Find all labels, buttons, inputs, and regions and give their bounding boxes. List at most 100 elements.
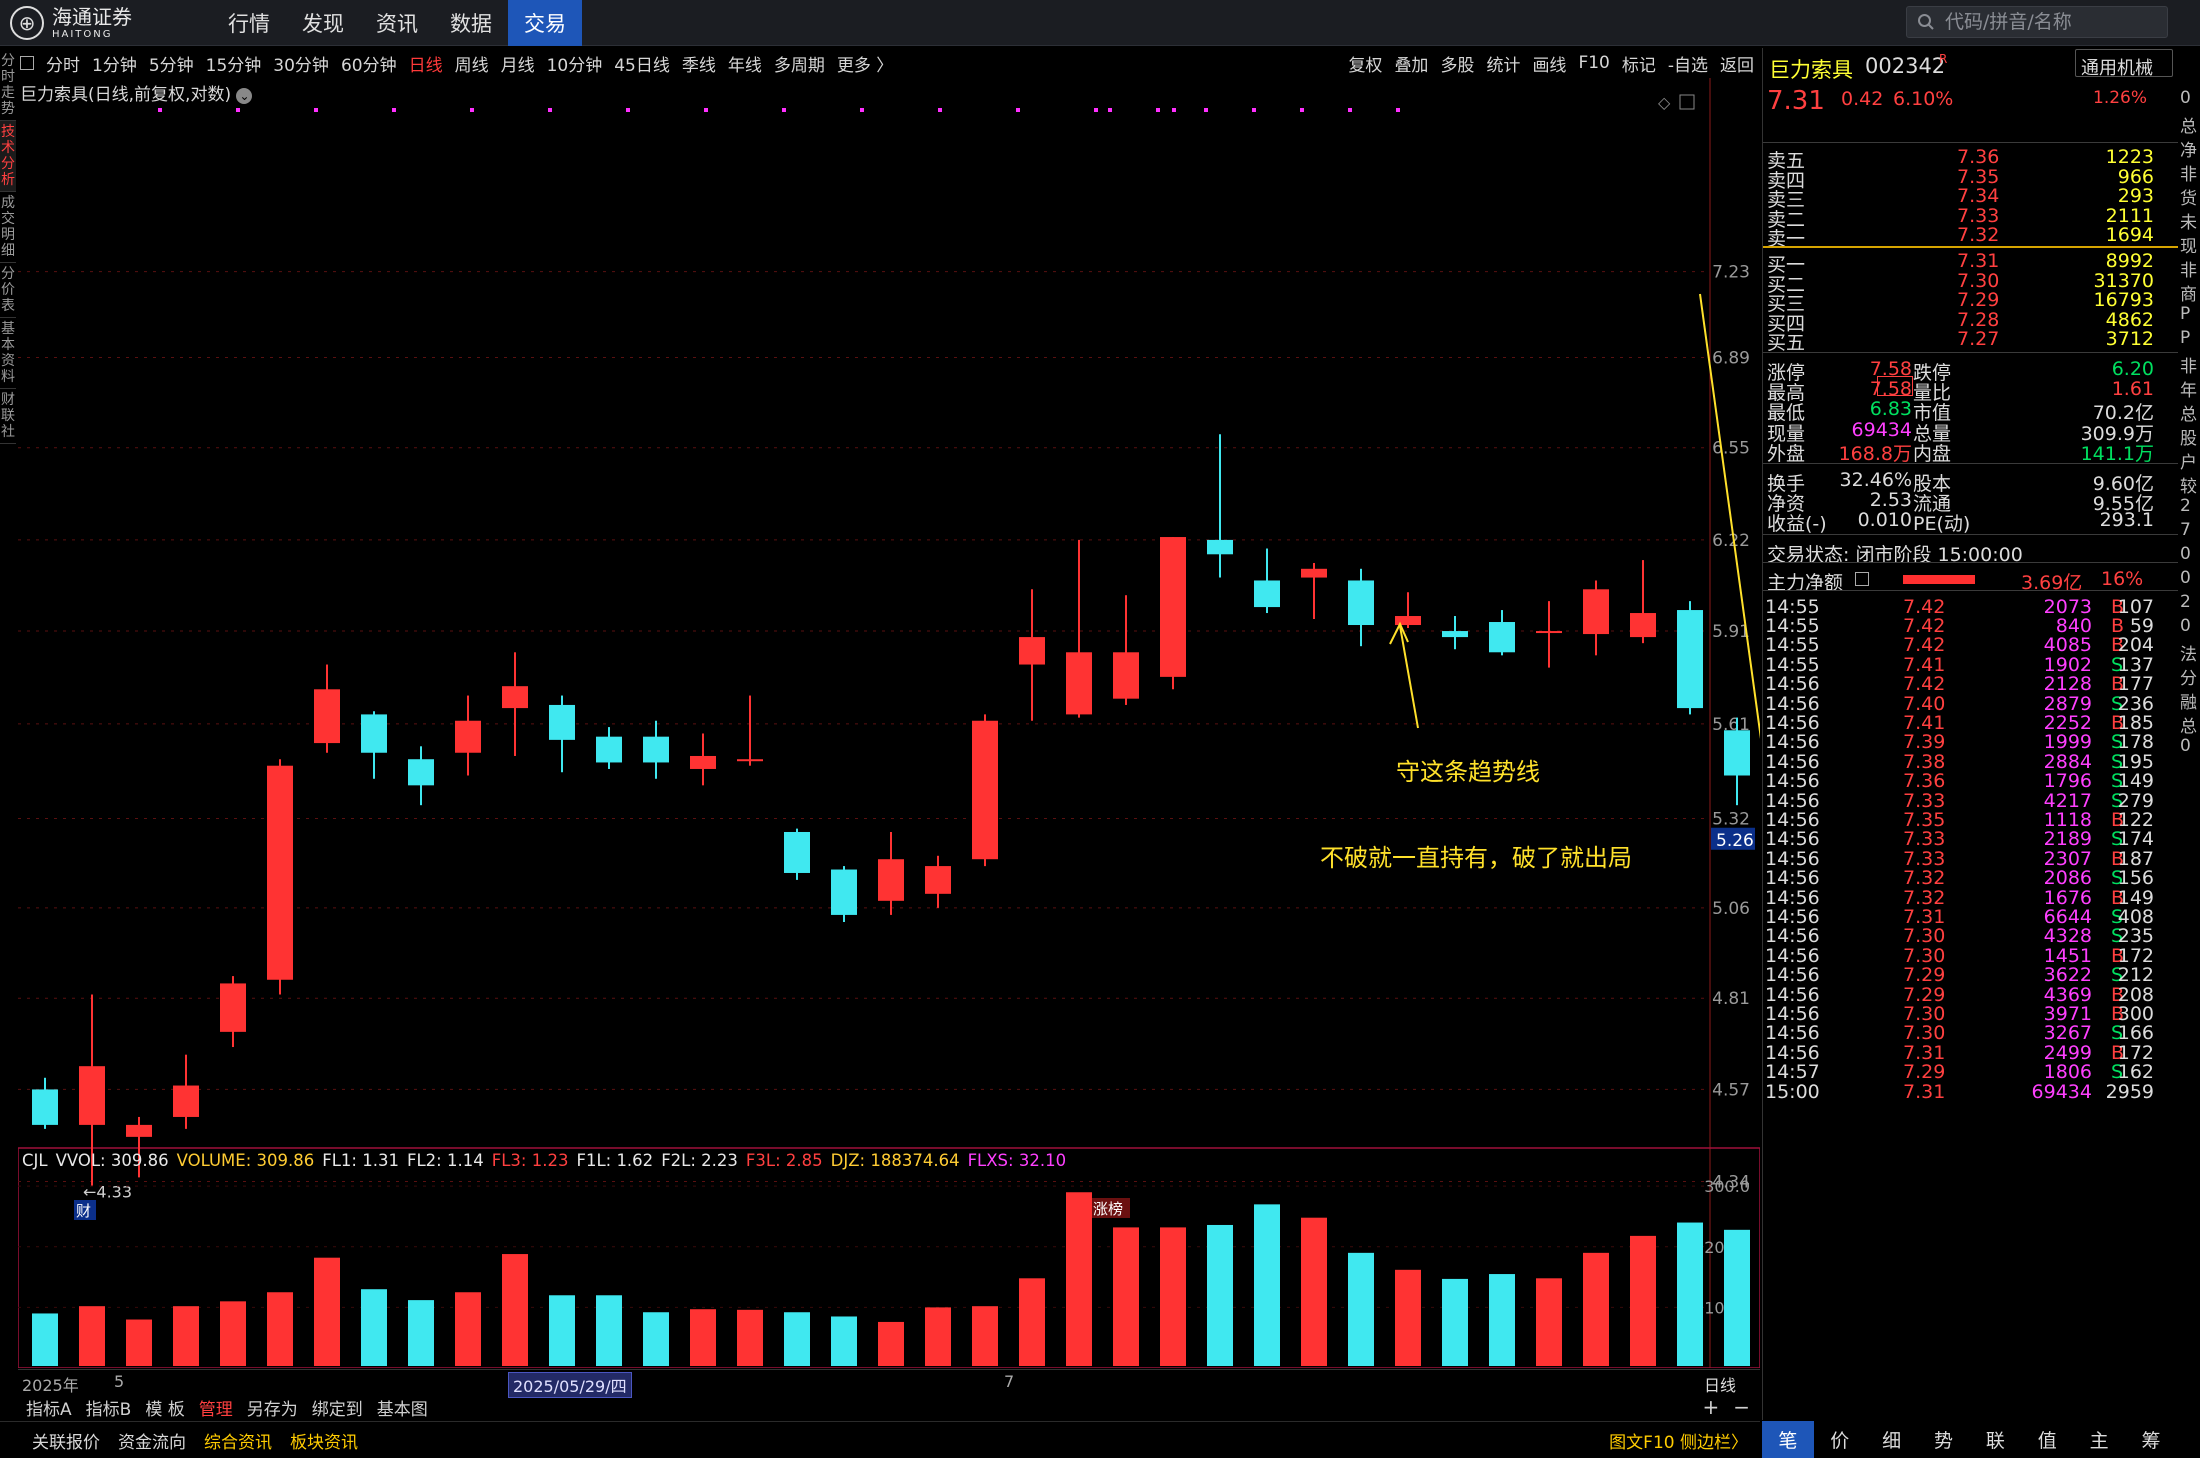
candle-body bbox=[79, 1066, 105, 1125]
quote-panel-tab[interactable]: 值 bbox=[2021, 1421, 2073, 1458]
candle-body bbox=[1395, 616, 1421, 626]
candle-body bbox=[1207, 539, 1233, 555]
quote-panel-tab[interactable]: 笔 bbox=[1762, 1421, 1814, 1458]
period-option[interactable]: 30分钟 bbox=[267, 51, 335, 76]
quote-panel-tab[interactable]: 筹 bbox=[2125, 1421, 2177, 1458]
side-tab[interactable]: 技术分析 bbox=[0, 121, 16, 192]
volume-indicator-value: CJL bbox=[22, 1151, 48, 1170]
period-option[interactable]: 1分钟 bbox=[86, 51, 143, 76]
chart-tool-button[interactable]: 标记 bbox=[1616, 51, 1662, 76]
side-tab[interactable]: 分时走势 bbox=[0, 50, 16, 121]
chart-tool-button[interactable]: 多股 bbox=[1434, 51, 1480, 76]
volume-bar bbox=[1630, 1235, 1656, 1366]
candlestick bbox=[784, 828, 810, 880]
chart-tool-button[interactable]: 统计 bbox=[1480, 51, 1526, 76]
quote-panel-tab[interactable]: 势 bbox=[1918, 1421, 1970, 1458]
side-tab[interactable]: 分价表 bbox=[0, 263, 16, 318]
edge-fragment: 0 bbox=[2180, 88, 2191, 108]
signal-dot bbox=[782, 108, 786, 112]
low-price-label: ←4.33 bbox=[83, 1183, 132, 1202]
period-option[interactable]: 年线 bbox=[722, 51, 768, 76]
bottom-link[interactable]: 综合资讯 bbox=[204, 1428, 272, 1453]
volume-bar bbox=[1395, 1269, 1421, 1366]
chart-settings-icon[interactable]: ⌄ bbox=[236, 88, 253, 104]
period-option[interactable]: 多周期 bbox=[768, 51, 831, 76]
indicator-tab[interactable]: 指标A bbox=[26, 1395, 72, 1420]
period-option[interactable]: 10分钟 bbox=[541, 51, 609, 76]
main-flow-row: 主力净额 3.69亿 16% bbox=[1763, 566, 2178, 594]
haitong-logo-icon: ⊕ bbox=[10, 6, 44, 40]
period-option[interactable]: 45日线 bbox=[608, 51, 676, 76]
indicator-tab[interactable]: 绑定到 bbox=[312, 1395, 363, 1420]
nav-tab[interactable]: 发现 bbox=[286, 0, 360, 46]
side-tab[interactable]: 基本资料 bbox=[0, 318, 16, 389]
indicator-tab[interactable]: 管理 bbox=[199, 1395, 233, 1420]
period-option[interactable]: 日线 bbox=[403, 51, 449, 76]
date-tick: 5 bbox=[114, 1372, 125, 1391]
quote-panel-tab[interactable]: 细 bbox=[1866, 1421, 1918, 1458]
period-option[interactable]: 周线 bbox=[449, 51, 495, 76]
zoom-out-icon[interactable]: − bbox=[1733, 1395, 1750, 1419]
signal-dot bbox=[1252, 108, 1256, 112]
layout-icon[interactable] bbox=[20, 56, 34, 70]
industry-box[interactable] bbox=[2075, 49, 2173, 77]
quote-panel-tab[interactable]: 联 bbox=[1970, 1421, 2022, 1458]
indicator-tab[interactable]: 指标B bbox=[86, 1395, 132, 1420]
nav-tab[interactable]: 数据 bbox=[434, 0, 508, 46]
candle-body bbox=[1677, 610, 1703, 709]
quote-panel-tab[interactable]: 价 bbox=[1814, 1421, 1866, 1458]
side-tab[interactable]: 财联社 bbox=[0, 389, 16, 444]
edge-fragment: 未 bbox=[2180, 213, 2197, 233]
edge-fragment: 2 bbox=[2180, 496, 2191, 516]
indicator-tab[interactable]: 基本图 bbox=[377, 1395, 428, 1420]
volume-bar bbox=[1207, 1224, 1233, 1366]
signal-dot bbox=[626, 108, 630, 112]
candle-body bbox=[596, 736, 622, 763]
main-flow-pct: 16% bbox=[2101, 567, 2144, 590]
chart-tool-button[interactable]: 返回 bbox=[1714, 51, 1760, 76]
chart-tool-button[interactable]: 复权 bbox=[1342, 51, 1388, 76]
bottom-link[interactable]: 资金流向 bbox=[118, 1428, 186, 1453]
bottom-link[interactable]: 板块资讯 bbox=[290, 1428, 358, 1453]
quote-panel-tab[interactable]: 主 bbox=[2073, 1421, 2125, 1458]
period-option[interactable]: 60分钟 bbox=[335, 51, 403, 76]
signal-dot bbox=[470, 108, 474, 112]
period-option[interactable]: 15分钟 bbox=[200, 51, 268, 76]
bottom-links: 关联报价 资金流向 综合资讯 板块资讯 图文F10 侧边栏〉 bbox=[0, 1421, 1760, 1458]
indicator-tab[interactable]: 另存为 bbox=[247, 1395, 298, 1420]
diamond-icon[interactable]: ◇ bbox=[1658, 93, 1671, 112]
period-option[interactable]: 5分钟 bbox=[143, 51, 200, 76]
nav-tab[interactable]: 行情 bbox=[212, 0, 286, 46]
period-option[interactable]: 更多 〉 bbox=[831, 51, 899, 76]
date-year: 2025年 bbox=[22, 1376, 79, 1395]
search-input[interactable] bbox=[1943, 10, 2153, 34]
volume-bar bbox=[596, 1295, 622, 1366]
chart-tool-button[interactable]: 画线 bbox=[1526, 51, 1572, 76]
period-option[interactable]: 月线 bbox=[495, 51, 541, 76]
indicator-tab[interactable]: 模 板 bbox=[145, 1395, 184, 1420]
nav-tab[interactable]: 资讯 bbox=[360, 0, 434, 46]
zoom-in-icon[interactable]: + bbox=[1702, 1395, 1719, 1419]
chart-tool-button[interactable]: -自选 bbox=[1662, 51, 1714, 76]
volume-bar bbox=[1583, 1252, 1609, 1366]
main-flow-menu-icon[interactable] bbox=[1855, 571, 1869, 586]
nav-tab[interactable]: 交易 bbox=[508, 0, 582, 46]
period-option[interactable]: 季线 bbox=[676, 51, 722, 76]
side-tab[interactable]: 成交明细 bbox=[0, 192, 16, 263]
stock-search[interactable] bbox=[1906, 6, 2168, 38]
chart-tool-button[interactable]: F10 bbox=[1572, 53, 1615, 73]
candle-body bbox=[1301, 568, 1327, 578]
chart-tool-button[interactable]: 叠加 bbox=[1388, 51, 1434, 76]
tick-time: 15:00 bbox=[1765, 1080, 1820, 1103]
date-tick: 7 bbox=[1004, 1372, 1015, 1391]
edge-fragment: P bbox=[2180, 328, 2191, 348]
fund-value: 0.010 bbox=[1857, 509, 1912, 532]
edge-fragment: 融 bbox=[2180, 693, 2197, 713]
sidebar-toggle[interactable]: 图文F10 侧边栏〉 bbox=[1609, 1428, 1748, 1453]
signal-dot bbox=[1016, 108, 1020, 112]
bottom-link[interactable]: 关联报价 bbox=[32, 1428, 100, 1453]
edge-fragment: 货 bbox=[2180, 189, 2197, 209]
quote-label: 外盘 bbox=[1767, 442, 1806, 465]
period-option[interactable]: 分时 bbox=[40, 51, 86, 76]
kline-chart[interactable]: 7.236.896.556.225.915.615.325.064.814.57… bbox=[18, 78, 1760, 1368]
